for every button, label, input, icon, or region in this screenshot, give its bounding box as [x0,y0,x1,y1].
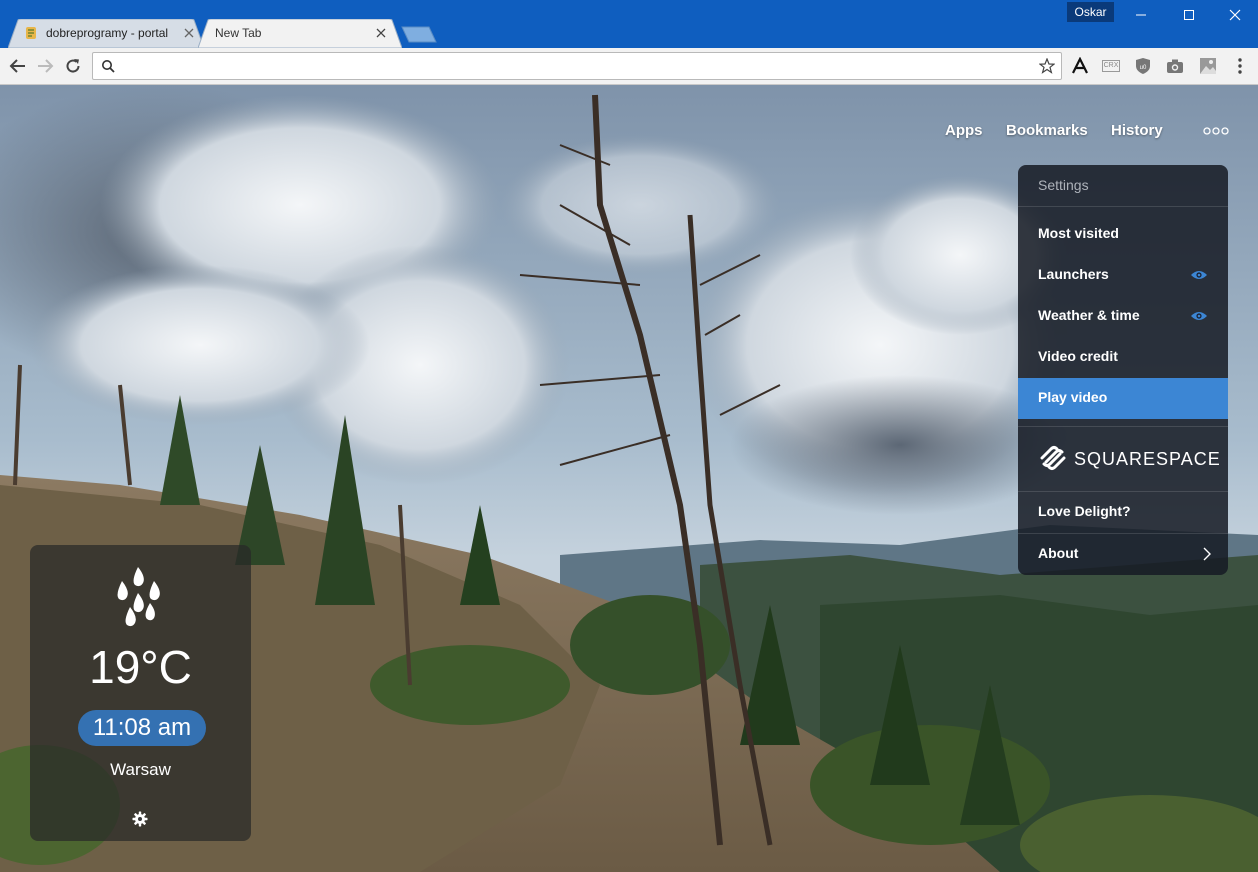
title-bar: Oskar dobreprogramy - portal New Tab [0,0,1258,48]
crx-extension[interactable]: CRX [1101,56,1121,76]
arrow-right-icon [38,59,54,73]
gear-icon[interactable] [132,811,148,827]
back-button[interactable] [7,55,29,77]
menu-divider [1018,206,1228,207]
menu-icon [1238,58,1242,74]
address-bar[interactable] [92,52,1062,80]
close-window-button[interactable] [1212,0,1258,30]
camera-extension[interactable] [1165,56,1185,76]
history-link[interactable]: History [1111,122,1163,139]
chrome-menu-button[interactable] [1230,56,1250,76]
squarespace-sponsor-text[interactable]: SQUARESPACE [1074,449,1221,470]
temperature: 19°C [89,641,192,693]
menu-item-weather-time[interactable]: Weather & time [1018,296,1228,337]
tab-new-tab[interactable]: New Tab [198,19,402,48]
new-tab-page: Apps Bookmarks History Settings Most vis… [0,85,1258,872]
minimize-button[interactable] [1118,0,1164,30]
weather-widget: 19°C 11:08 am Warsaw [30,545,251,841]
more-options-icon[interactable] [1203,127,1229,135]
menu-item-love-delight[interactable]: Love Delight? [1018,492,1228,533]
maximize-button[interactable] [1166,0,1212,30]
menu-item-label: Love Delight? [1038,503,1131,519]
browser-toolbar: CRX u0 [0,48,1258,85]
settings-menu: Settings Most visited Launchers Weather … [1018,165,1228,575]
menu-item-label: About [1038,545,1079,561]
svg-text:u0: u0 [1140,65,1147,71]
menu-item-label: Video credit [1038,348,1118,364]
chevron-right-icon [1203,547,1211,561]
ublock-extension[interactable]: u0 [1133,56,1153,76]
maximize-icon [1184,10,1194,20]
font-a-extension[interactable] [1070,56,1090,76]
reload-button[interactable] [62,55,84,77]
crx-icon: CRX [1102,60,1120,72]
menu-item-most-visited[interactable]: Most visited [1018,214,1228,255]
time-display[interactable]: 11:08 am [78,710,206,746]
font-a-icon [1072,57,1088,74]
address-input[interactable] [121,56,1021,76]
image-icon [1200,58,1216,74]
profile-button[interactable]: Oskar [1067,2,1114,22]
eye-icon[interactable] [1190,310,1208,322]
camera-icon [1167,59,1183,73]
menu-divider [1018,426,1228,427]
tab-title: New Tab [215,26,262,40]
forward-button[interactable] [34,55,56,77]
menu-item-play-video[interactable]: Play video [1018,378,1228,419]
reload-icon [66,59,80,73]
image-extension[interactable] [1198,56,1218,76]
tab-dobreprogramy[interactable]: dobreprogramy - portal [8,19,204,48]
menu-item-label: Launchers [1038,266,1109,282]
new-tab-button[interactable] [401,26,437,43]
menu-item-video-credit[interactable]: Video credit [1018,337,1228,378]
menu-item-label: Most visited [1038,225,1119,241]
menu-item-about[interactable]: About [1018,534,1228,575]
minimize-icon [1136,14,1146,16]
rain-icon [117,567,160,627]
bookmark-star-icon[interactable] [1039,58,1055,74]
menu-item-label: Play video [1038,389,1108,405]
tab-title: dobreprogramy - portal [46,26,169,40]
squarespace-logo-icon[interactable] [1038,445,1068,471]
city-name: Warsaw [110,760,171,779]
settings-menu-header: Settings [1038,177,1089,193]
arrow-left-icon [9,59,25,73]
bookmarks-link[interactable]: Bookmarks [1006,122,1088,139]
menu-item-label: Weather & time [1038,307,1140,323]
dobreprogramy-favicon [26,27,36,39]
close-icon [1229,9,1241,21]
apps-link[interactable]: Apps [945,122,983,139]
menu-item-launchers[interactable]: Launchers [1018,255,1228,296]
tab-close-icon[interactable] [375,27,387,39]
eye-icon[interactable] [1190,269,1208,281]
tab-close-icon[interactable] [183,27,195,39]
ublock-icon: u0 [1136,58,1150,74]
search-icon [102,60,115,73]
